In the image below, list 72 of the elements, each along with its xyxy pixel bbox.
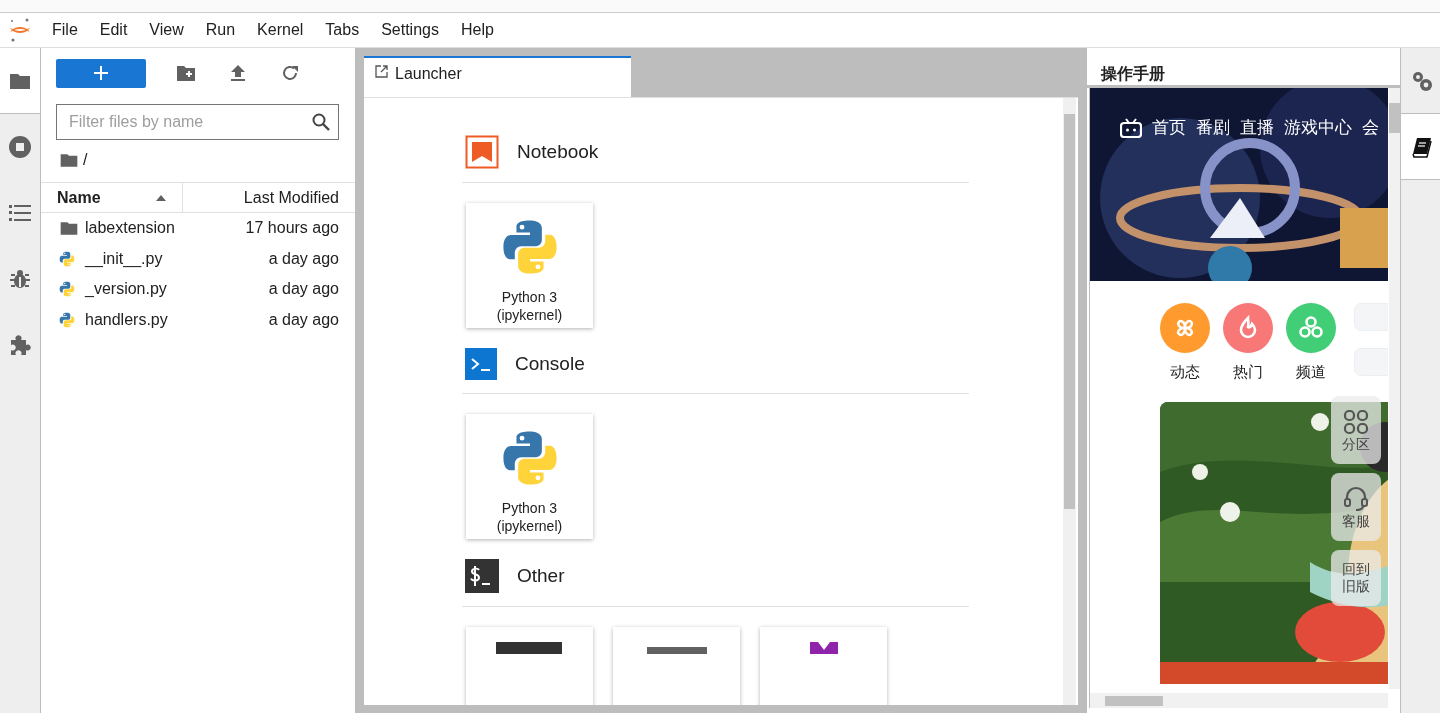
sidebar-tab[interactable] [0,48,40,114]
new-folder-icon[interactable] [176,64,196,82]
menu-item[interactable]: Help [449,18,505,42]
launch-icon [375,65,388,78]
python-logo-icon [500,429,559,487]
shortcut-label: 热门 [1233,363,1263,382]
file-row[interactable]: handlers.py a day ago [41,304,355,335]
python-icon [59,250,75,267]
bug-icon [9,267,31,290]
floating-button[interactable]: 客服 [1331,473,1381,541]
list-icon [9,203,31,222]
python-icon [59,281,75,298]
book-icon [1410,135,1433,158]
card-label: Python 3 (ipykernel) [496,499,563,535]
shortcut-label: 频道 [1296,363,1326,382]
file-row[interactable]: __init__.py a day ago [41,243,355,274]
modified-time: 17 hours ago [245,219,339,238]
sidebar-tab[interactable] [1401,114,1440,180]
nav-link[interactable]: 游戏中心 [1284,116,1352,139]
new-launcher-button[interactable] [56,58,146,88]
grid-icon [1342,407,1370,436]
file-name: __init__.py [85,249,164,268]
scrollbar[interactable] [1389,88,1400,689]
notebook-icon [465,135,499,169]
floating-button[interactable]: 分区 [1331,396,1381,464]
launcher-card[interactable]: Python 3 (ipykernel) [466,203,593,328]
menu-item[interactable]: Tabs [314,18,371,42]
console-icon [465,348,497,380]
menu-item[interactable]: Kernel [246,18,315,42]
file-row[interactable]: labextension 17 hours ago [41,213,355,244]
scrollbar[interactable] [1090,693,1388,708]
refresh-icon[interactable] [281,64,299,82]
column-header[interactable]: Last Modified [183,183,355,212]
section-title: Notebook [517,141,599,163]
nav-link[interactable]: 会 [1362,116,1379,139]
section-title: Console [515,353,585,375]
filter-field[interactable]: Filter files by name [56,104,339,140]
scrollbar[interactable] [1063,98,1076,705]
file-row[interactable]: _version.py a day ago [41,274,355,305]
headset-icon [1342,484,1370,513]
tv-logo-icon [1120,117,1142,138]
menu-item[interactable]: View [138,18,195,42]
modified-time: a day ago [268,280,339,299]
menu-item[interactable]: Settings [370,18,450,42]
jupyter-logo-icon [9,17,31,43]
python-icon [59,311,75,328]
modified-time: a day ago [268,310,339,329]
shortcut-label: 动态 [1170,363,1200,382]
nav-link[interactable]: 番剧 [1196,116,1230,139]
plus-icon [94,66,108,80]
menu-item[interactable]: Run [194,18,247,42]
menu-item[interactable]: File [41,18,89,42]
upload-icon[interactable] [230,64,246,82]
modified-time: a day ago [268,249,339,268]
floating-button[interactable]: 回到旧版 [1331,550,1381,606]
breadcrumb-link[interactable]: / [83,151,88,169]
nav-link[interactable]: 首页 [1152,116,1186,139]
column-header[interactable]: Name [41,183,183,212]
sort-caret-icon [156,194,166,201]
stop-icon [8,134,32,159]
puzzle-icon [9,333,31,356]
launcher-card[interactable]: Python 3 (ipykernel) [466,414,593,539]
file-name: handlers.py [85,310,169,329]
shortcut-button[interactable] [1223,303,1273,353]
card-label: Python 3 (ipykernel) [496,288,563,324]
nav-link[interactable]: 直播 [1240,116,1274,139]
file-name: _version.py [85,280,168,299]
file-name: labextension [85,219,176,238]
document-tab[interactable]: Launcher [364,56,631,97]
section-title: Other [517,565,565,587]
menu-item[interactable]: Edit [88,18,139,42]
python-logo-icon [500,218,559,276]
